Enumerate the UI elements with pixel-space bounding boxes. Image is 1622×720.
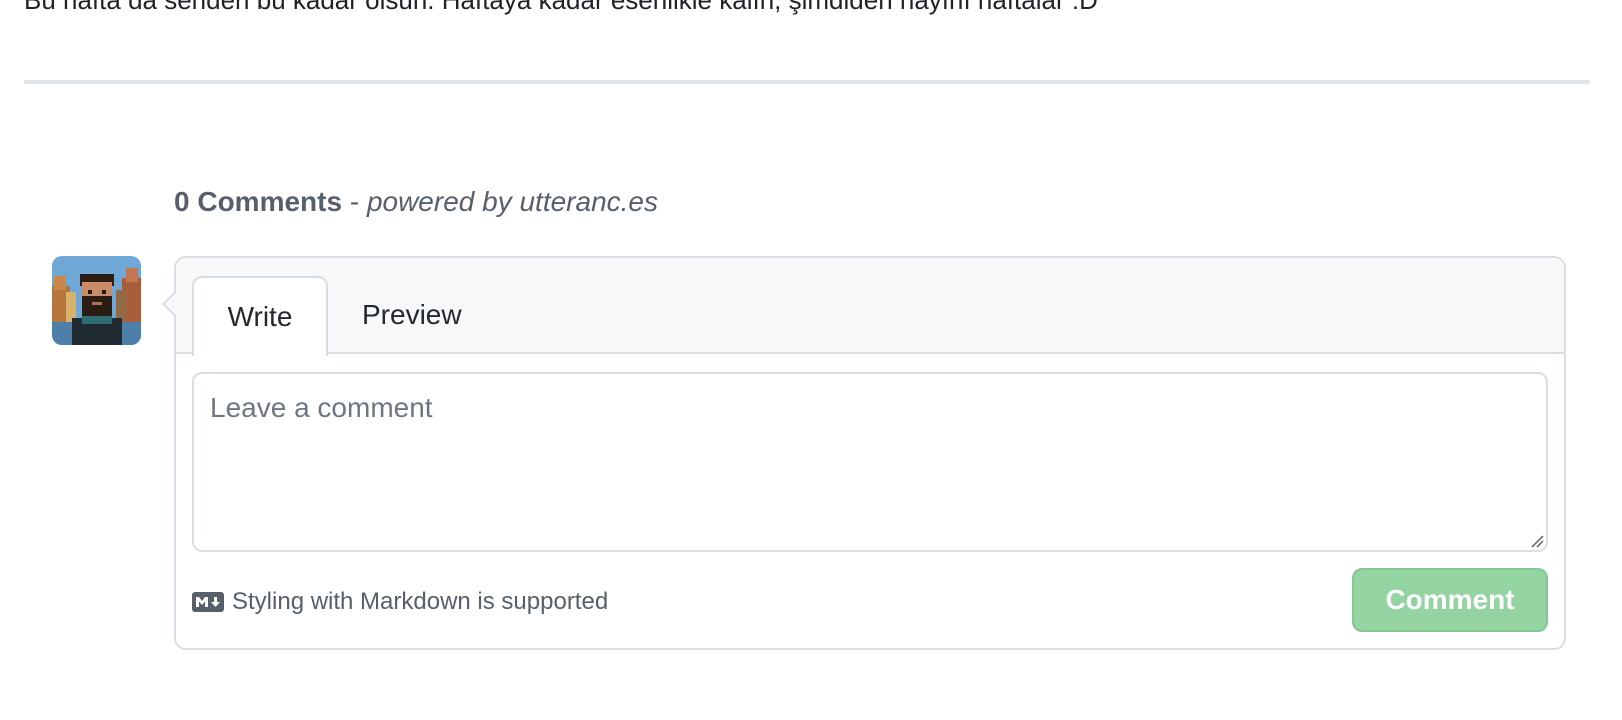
comments-header: 0 Comments - powered by utteranc.es	[174, 186, 658, 218]
avatar[interactable]	[52, 256, 141, 345]
tab-write[interactable]: Write	[192, 276, 328, 356]
tab-preview[interactable]: Preview	[328, 276, 496, 356]
editor-tab-bar: Write Preview	[176, 258, 1564, 356]
article-trailing-text: Bu hafta da senden bu kadar olsun. Hafta…	[24, 0, 1098, 15]
comment-count: 0 Comments	[174, 186, 343, 217]
header-separator: -	[342, 186, 367, 217]
comment-textarea[interactable]	[192, 372, 1548, 552]
markdown-note-label: Styling with Markdown is supported	[232, 588, 609, 615]
section-divider	[24, 80, 1590, 84]
comment-form: Write Preview Styling with Markdown is s…	[162, 256, 1566, 650]
markdown-note[interactable]: Styling with Markdown is supported	[192, 588, 608, 616]
avatar-image	[52, 256, 141, 345]
comment-submit-button[interactable]: Comment	[1352, 568, 1548, 632]
markdown-icon	[192, 592, 224, 612]
page: Bu hafta da senden bu kadar olsun. Hafta…	[0, 0, 1622, 720]
resize-grip-icon[interactable]	[1530, 534, 1544, 548]
powered-by-link[interactable]: powered by utteranc.es	[367, 186, 658, 217]
